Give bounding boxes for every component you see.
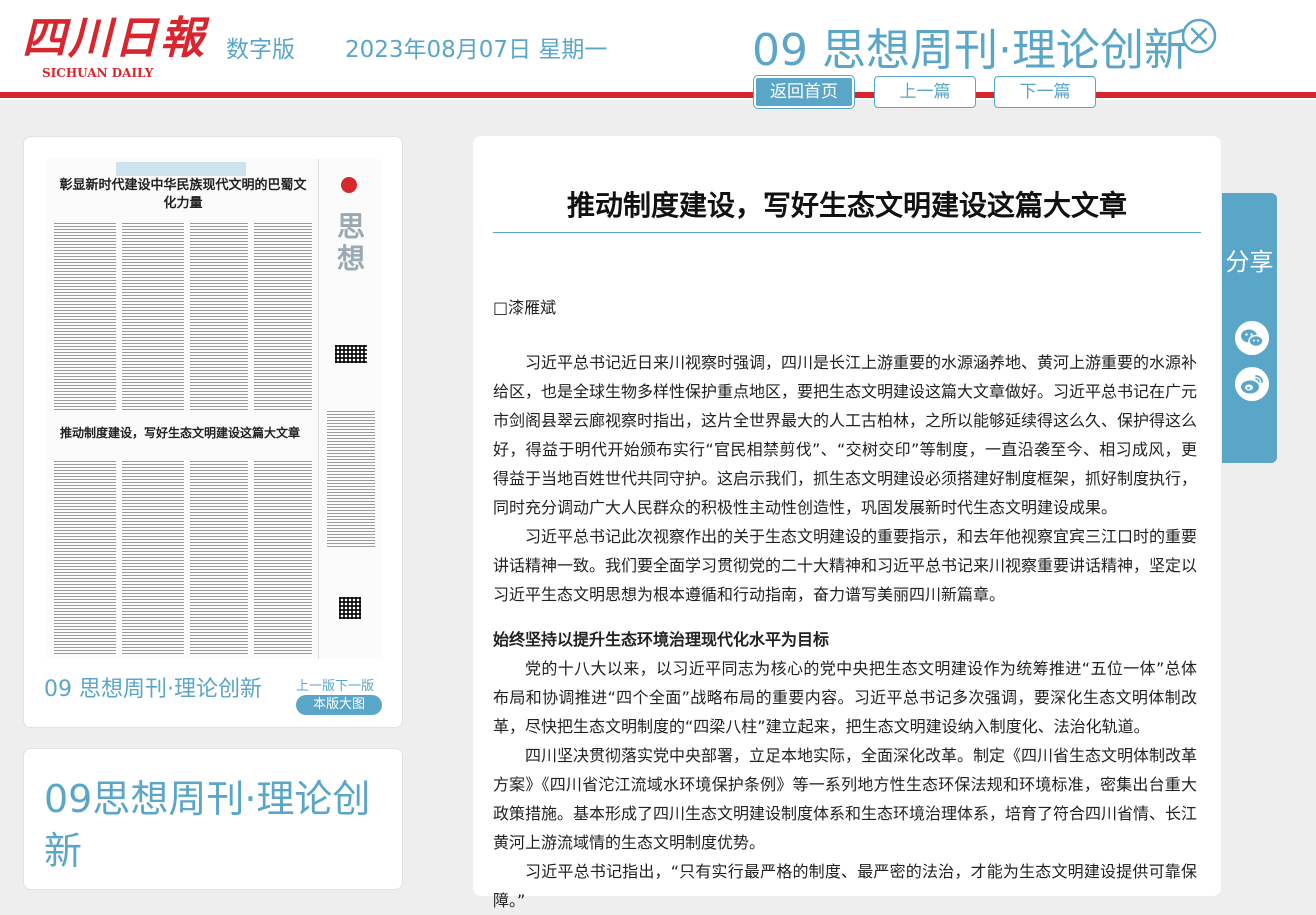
- thumbnail-text-block: [54, 221, 116, 411]
- prev-article-button[interactable]: 上一篇: [874, 76, 976, 108]
- logo-english: SICHUAN DAILY: [42, 66, 154, 80]
- thumbnail-text-block: [190, 221, 248, 411]
- article-body: 习近平总书记近日来川视察时强调，四川是长江上游重要的水源涵养地、黄河上游重要的水…: [493, 348, 1197, 915]
- thumbnail-headline-2[interactable]: 推动制度建设，写好生态文明建设这篇大文章: [46, 424, 314, 441]
- next-article-button[interactable]: 下一篇: [994, 76, 1096, 108]
- article-paragraph: 习近平总书记此次视察作出的关于生态文明建设的重要指示，和去年他视察宜宾三江口时的…: [493, 527, 1198, 604]
- qr-code-icon: [339, 597, 361, 619]
- home-button[interactable]: 返回首页: [754, 76, 854, 108]
- thumbnail-banner: [116, 162, 246, 176]
- thumbnail-side-title: 思想: [336, 210, 365, 275]
- thumbnail-text-block: [122, 221, 184, 411]
- article-paragraph: 党的十八大以来，以习近平同志为核心的党中央把生态文明建设作为统筹推进“五位一体”…: [493, 659, 1197, 736]
- share-panel: 分享: [1222, 193, 1277, 463]
- thumbnail-text-block: [254, 221, 312, 411]
- thumbnail-text-block: [54, 459, 116, 655]
- article-author: □漆雁斌: [493, 298, 557, 317]
- thumbnail-text-block: [327, 409, 375, 549]
- article-paragraph: 习近平总书记近日来川视察时强调，四川是长江上游重要的水源涵养地、黄河上游重要的水…: [493, 353, 1198, 517]
- page-title: 09 思想周刊·理论创新: [752, 25, 1188, 76]
- close-icon[interactable]: [1181, 18, 1217, 54]
- qr-code-icon: [335, 345, 367, 363]
- logo[interactable]: 四川日報: [22, 2, 206, 66]
- share-label: 分享: [1225, 248, 1274, 276]
- mini-logo-icon: [341, 177, 357, 193]
- page-list-card: 09思想周刊·理论创新: [23, 748, 403, 890]
- thumbnail-text-block: [190, 459, 248, 655]
- thumbnail-text-block: [122, 459, 184, 655]
- thumbnail-headline-1[interactable]: 彰显新时代建设中华民族现代文明的巴蜀文化力量: [54, 177, 312, 213]
- issue-date: 2023年08月07日 星期一: [345, 37, 608, 63]
- thumbnail-text-block: [254, 459, 312, 655]
- title-divider: [493, 232, 1201, 233]
- header-divider: [0, 92, 1316, 98]
- article-subheading: 始终坚持以提升生态环境治理现代化水平为目标: [493, 630, 830, 649]
- page-big-image-button[interactable]: 本版大图: [296, 695, 382, 715]
- page-list-title[interactable]: 09思想周刊·理论创新: [44, 773, 384, 877]
- thumbnail-side-column: 思想: [318, 159, 382, 659]
- thumbnail-main-column: 彰显新时代建设中华民族现代文明的巴蜀文化力量 推动制度建设，写好生态文明建设这篇…: [46, 159, 314, 659]
- article-paragraph: 四川坚决贯彻落实党中央部署，立足本地实际，全面深化改革。制定《四川省生态文明体制…: [493, 746, 1198, 852]
- edition-label: 数字版: [226, 37, 295, 63]
- header: 四川日報 SICHUAN DAILY 数字版 2023年08月07日 星期一 0…: [0, 0, 1316, 100]
- article-paragraph: 习近平总书记指出，“只有实行最严格的制度、最严密的法治，才能为生态文明建设提供可…: [493, 862, 1197, 910]
- article-panel: 推动制度建设，写好生态文明建设这篇大文章 □漆雁斌 习近平总书记近日来川视察时强…: [473, 136, 1221, 910]
- prev-next-page-link[interactable]: 上一版下一版: [296, 675, 374, 694]
- article-title: 推动制度建设，写好生态文明建设这篇大文章: [566, 189, 1127, 222]
- thumbnail-caption: 09 思想周刊·理论创新: [44, 677, 262, 702]
- page-thumbnail-card: 彰显新时代建设中华民族现代文明的巴蜀文化力量 推动制度建设，写好生态文明建设这篇…: [23, 136, 403, 728]
- wechat-icon[interactable]: [1235, 321, 1269, 355]
- weibo-icon[interactable]: [1235, 367, 1269, 401]
- newspaper-page-thumbnail[interactable]: 彰显新时代建设中华民族现代文明的巴蜀文化力量 推动制度建设，写好生态文明建设这篇…: [46, 159, 382, 659]
